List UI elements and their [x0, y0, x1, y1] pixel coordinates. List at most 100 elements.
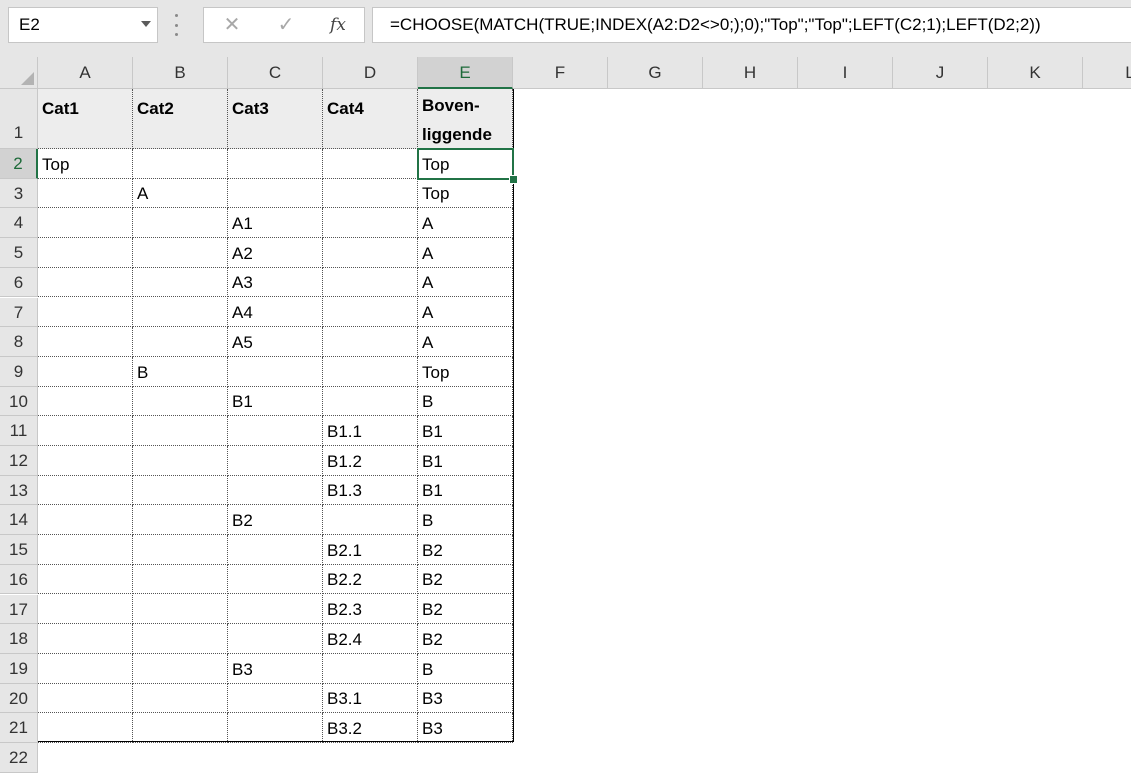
cell-b12[interactable] — [133, 446, 228, 476]
cell-d16[interactable]: B2.2 — [323, 564, 418, 595]
cell-c6[interactable]: A3 — [228, 267, 323, 298]
cell-b18[interactable] — [133, 624, 228, 654]
cell-d2[interactable] — [323, 149, 418, 179]
cell-a7[interactable] — [38, 297, 133, 328]
cell-d7[interactable] — [323, 297, 418, 328]
row-header-1[interactable]: 1 — [0, 89, 38, 149]
row-header-2[interactable]: 2 — [0, 149, 38, 179]
cell-a8[interactable] — [38, 327, 133, 357]
cell-d14[interactable] — [323, 505, 418, 536]
cell-e4[interactable]: A — [418, 208, 513, 239]
cell-e15[interactable]: B2 — [418, 535, 513, 565]
row-header-13[interactable]: 13 — [0, 475, 38, 506]
cell-d19[interactable] — [323, 653, 418, 684]
cell-b19[interactable] — [133, 653, 228, 684]
cell-e3[interactable]: Top — [418, 178, 513, 209]
cell-c12[interactable] — [228, 446, 323, 476]
row-header-7[interactable]: 7 — [0, 297, 38, 328]
cell-e20[interactable]: B3 — [418, 683, 513, 714]
cell-c18[interactable] — [228, 624, 323, 654]
cell-b17[interactable] — [133, 594, 228, 625]
cell-a13[interactable] — [38, 475, 133, 506]
cell-a21[interactable] — [38, 713, 133, 743]
header-cell-b[interactable]: Cat2 — [133, 89, 228, 149]
cell-b21[interactable] — [133, 713, 228, 743]
header-cell-d[interactable]: Cat4 — [323, 89, 418, 149]
cell-a10[interactable] — [38, 386, 133, 417]
cell-d3[interactable] — [323, 178, 418, 209]
row-header-8[interactable]: 8 — [0, 327, 38, 357]
row-header-5[interactable]: 5 — [0, 238, 38, 268]
cell-e14[interactable]: B — [418, 505, 513, 536]
cell-b9[interactable]: B — [133, 356, 228, 387]
cell-c15[interactable] — [228, 535, 323, 565]
cell-b8[interactable] — [133, 327, 228, 357]
cell-d6[interactable] — [323, 267, 418, 298]
row-header-18[interactable]: 18 — [0, 624, 38, 654]
row-header-16[interactable]: 16 — [0, 564, 38, 595]
cell-e19[interactable]: B — [418, 653, 513, 684]
cell-b16[interactable] — [133, 564, 228, 595]
cell-a9[interactable] — [38, 356, 133, 387]
cell-b3[interactable]: A — [133, 178, 228, 209]
cell-e9[interactable]: Top — [418, 356, 513, 387]
enter-icon[interactable]: ✓ — [264, 8, 308, 42]
cell-c10[interactable]: B1 — [228, 386, 323, 417]
cell-e5[interactable]: A — [418, 238, 513, 268]
cell-a15[interactable] — [38, 535, 133, 565]
cell-a4[interactable] — [38, 208, 133, 239]
cell-a6[interactable] — [38, 267, 133, 298]
row-header-9[interactable]: 9 — [0, 356, 38, 387]
column-header-d[interactable]: D — [323, 57, 418, 89]
formula-bar-grip-icon[interactable] — [174, 14, 178, 36]
cell-d13[interactable]: B1.3 — [323, 475, 418, 506]
cell-d17[interactable]: B2.3 — [323, 594, 418, 625]
cell-c5[interactable]: A2 — [228, 238, 323, 268]
cell-a14[interactable] — [38, 505, 133, 536]
cell-e8[interactable]: A — [418, 327, 513, 357]
cell-b10[interactable] — [133, 386, 228, 417]
column-header-j[interactable]: J — [893, 57, 988, 89]
cell-d11[interactable]: B1.1 — [323, 416, 418, 446]
cell-b20[interactable] — [133, 683, 228, 714]
row-header-22[interactable]: 22 — [0, 743, 38, 773]
header-cell-a[interactable]: Cat1 — [38, 89, 133, 149]
cell-e6[interactable]: A — [418, 267, 513, 298]
cell-b2[interactable] — [133, 149, 228, 179]
header-cell-e[interactable]: Boven-liggende — [418, 89, 513, 149]
select-all-button[interactable] — [0, 57, 38, 89]
cell-b6[interactable] — [133, 267, 228, 298]
name-box-dropdown-icon[interactable] — [141, 21, 151, 27]
cell-e12[interactable]: B1 — [418, 446, 513, 476]
insert-function-icon[interactable]: fx — [316, 8, 360, 42]
cell-d21[interactable]: B3.2 — [323, 713, 418, 743]
cell-a20[interactable] — [38, 683, 133, 714]
cell-c19[interactable]: B3 — [228, 653, 323, 684]
formula-input[interactable]: =CHOOSE(MATCH(TRUE;INDEX(A2:D2<>0;);0);"… — [372, 7, 1131, 43]
cell-d5[interactable] — [323, 238, 418, 268]
cell-c21[interactable] — [228, 713, 323, 743]
row-header-14[interactable]: 14 — [0, 505, 38, 536]
cell-b15[interactable] — [133, 535, 228, 565]
column-header-a[interactable]: A — [38, 57, 133, 89]
cell-e13[interactable]: B1 — [418, 475, 513, 506]
cell-a18[interactable] — [38, 624, 133, 654]
cell-c3[interactable] — [228, 178, 323, 209]
column-header-h[interactable]: H — [703, 57, 798, 89]
header-cell-c[interactable]: Cat3 — [228, 89, 323, 149]
row-header-21[interactable]: 21 — [0, 713, 38, 743]
cell-d20[interactable]: B3.1 — [323, 683, 418, 714]
column-header-b[interactable]: B — [133, 57, 228, 89]
cell-e17[interactable]: B2 — [418, 594, 513, 625]
cell-e7[interactable]: A — [418, 297, 513, 328]
row-header-10[interactable]: 10 — [0, 386, 38, 417]
cell-c9[interactable] — [228, 356, 323, 387]
cell-c7[interactable]: A4 — [228, 297, 323, 328]
cell-d15[interactable]: B2.1 — [323, 535, 418, 565]
column-header-c[interactable]: C — [228, 57, 323, 89]
cell-a11[interactable] — [38, 416, 133, 446]
cell-a17[interactable] — [38, 594, 133, 625]
fill-handle[interactable] — [509, 174, 518, 184]
row-header-6[interactable]: 6 — [0, 267, 38, 298]
row-header-17[interactable]: 17 — [0, 594, 38, 625]
